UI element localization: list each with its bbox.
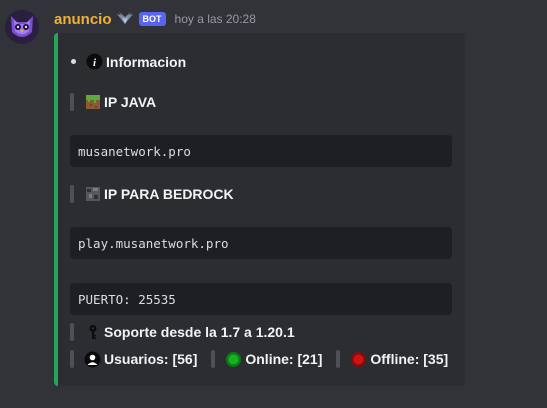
java-heading: IP JAVA: [70, 93, 156, 111]
green-circle-icon: [225, 351, 242, 368]
quote-bar: [211, 350, 216, 368]
info-row: i Informacion: [71, 53, 186, 70]
bot-tag: BOT: [138, 12, 166, 26]
port-code[interactable]: PUERTO: 25535: [70, 283, 452, 315]
bedrock-block-icon: [84, 186, 101, 203]
key-icon: [84, 324, 101, 341]
quote-bar: [336, 350, 341, 368]
quote-bar: [70, 350, 74, 368]
bedrock-ip-code[interactable]: play.musanetwork.pro: [70, 227, 452, 259]
support-row: Soporte desde la 1.7 a 1.20.1: [70, 323, 295, 341]
quote-bar: [70, 185, 74, 203]
offline-text: Offline: [35]: [370, 351, 449, 367]
bullet-point: [71, 59, 76, 64]
user-icon: [84, 351, 101, 368]
java-ip-code[interactable]: musanetwork.pro: [70, 135, 452, 167]
chat-message: anuncio BOT hoy a las 20:28 i Informacio…: [0, 0, 547, 408]
owl-avatar-icon: [5, 10, 39, 44]
message-header: anuncio BOT hoy a las 20:28: [54, 10, 256, 28]
java-label: IP JAVA: [104, 94, 157, 110]
users-text: Usuarios: [56]: [104, 351, 198, 367]
info-icon: i: [86, 53, 103, 70]
red-circle-icon: [350, 351, 367, 368]
username[interactable]: anuncio: [54, 11, 112, 28]
bedrock-label: IP PARA BEDROCK: [104, 186, 234, 202]
stats-row: Usuarios: [56] Online: [21] Offline: [35…: [70, 350, 462, 368]
embed: i Informacion IP JAVA musanetwork.pro IP…: [54, 33, 465, 386]
grass-block-icon: [84, 94, 101, 111]
online-text: Online: [21]: [245, 351, 323, 367]
online-stat: Online: [21]: [211, 350, 322, 368]
bedrock-heading: IP PARA BEDROCK: [70, 185, 234, 203]
wings-badge-icon: [115, 11, 135, 27]
avatar[interactable]: [5, 10, 39, 44]
users-stat: Usuarios: [56]: [70, 350, 197, 368]
timestamp[interactable]: hoy a las 20:28: [175, 12, 256, 26]
quote-bar: [70, 323, 74, 341]
info-label: Informacion: [106, 53, 187, 70]
quote-bar: [70, 93, 74, 111]
offline-stat: Offline: [35]: [336, 350, 448, 368]
support-text: Soporte desde la 1.7 a 1.20.1: [104, 324, 295, 340]
